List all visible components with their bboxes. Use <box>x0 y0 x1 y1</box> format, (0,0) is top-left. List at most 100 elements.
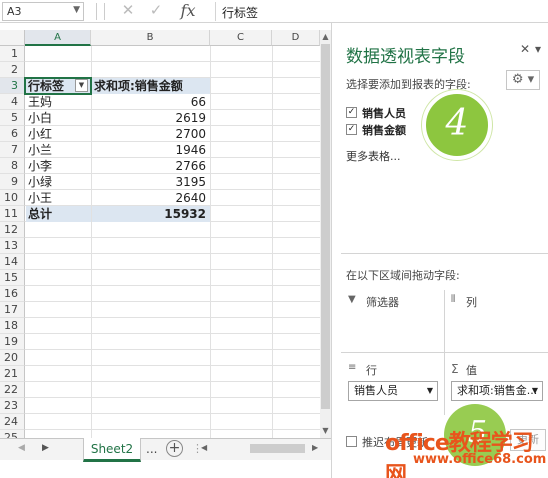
gear-icon[interactable]: ⚙ ▾ <box>506 70 540 90</box>
pivot-item-value[interactable]: 2766 <box>92 158 210 174</box>
row-header[interactable]: 2 <box>0 62 25 78</box>
pivot-item-name[interactable]: 小王 <box>26 190 91 206</box>
row-header[interactable]: 7 <box>0 142 25 158</box>
zone-columns-label: 列 <box>466 296 477 309</box>
row-header[interactable]: 10 <box>0 190 25 206</box>
name-box[interactable]: A3 ▼ <box>2 2 84 21</box>
field-label-amount[interactable]: 销售金额 <box>362 122 406 138</box>
pivot-total-label[interactable]: 总计 <box>26 206 91 222</box>
value-field-label: 求和项:销售金... <box>457 384 538 397</box>
gridline <box>25 317 320 318</box>
pivot-item-name[interactable]: 小李 <box>26 158 91 174</box>
pivot-item-name[interactable]: 小兰 <box>26 142 91 158</box>
pane-options-icon[interactable]: ▾ <box>535 42 541 56</box>
row-field-pill[interactable]: 销售人员 ▼ <box>348 381 438 401</box>
column-header-c[interactable]: C <box>210 30 272 46</box>
pivot-item-name[interactable]: 小红 <box>26 126 91 142</box>
sheet-tab-sheet2[interactable]: Sheet2 <box>83 438 141 462</box>
row-header[interactable]: 12 <box>0 222 25 238</box>
scroll-down-icon[interactable]: ▼ <box>320 425 331 437</box>
column-header-d[interactable]: D <box>272 30 320 46</box>
row-header[interactable]: 21 <box>0 366 25 382</box>
row-header[interactable]: 1 <box>0 46 25 62</box>
horizontal-scrollbar-thumb[interactable] <box>250 444 305 453</box>
gridline <box>25 349 320 350</box>
gridline <box>25 253 320 254</box>
prev-sheet-icon[interactable]: ◀ <box>18 443 25 453</box>
value-field-pill[interactable]: 求和项:销售金... ▼ <box>451 381 543 401</box>
gridline <box>25 61 320 62</box>
add-sheet-icon[interactable]: + <box>166 440 183 457</box>
pivot-item-name[interactable]: 王妈 <box>26 94 91 110</box>
row-header[interactable]: 4 <box>0 94 25 110</box>
scroll-left-icon[interactable]: ◀ <box>201 443 207 452</box>
name-box-value: A3 <box>7 5 22 18</box>
pivot-item-value[interactable]: 2640 <box>92 190 210 206</box>
zone-rows-label: 行 <box>366 364 377 377</box>
watermark-url: www.office68.com <box>413 452 547 467</box>
chevron-down-icon[interactable]: ▼ <box>532 382 538 400</box>
row-header[interactable]: 9 <box>0 174 25 190</box>
row-header[interactable]: 6 <box>0 126 25 142</box>
insert-function-icon[interactable]: fx <box>178 1 198 20</box>
formula-bar: A3 ▼ ✕ ✓ fx 行标签 <box>0 0 548 23</box>
gridline <box>25 429 320 430</box>
field-checkbox-salesperson[interactable]: ✓ <box>346 107 357 118</box>
gridline <box>25 333 320 334</box>
gridline <box>272 46 273 438</box>
gridline <box>25 237 320 238</box>
pivot-item-name[interactable]: 小绿 <box>26 174 91 190</box>
row-header[interactable]: 3 <box>0 78 25 94</box>
gridline <box>25 365 320 366</box>
select-all-corner[interactable] <box>0 30 25 46</box>
row-header[interactable]: 13 <box>0 238 25 254</box>
row-header[interactable]: 24 <box>0 414 25 430</box>
field-checkbox-amount[interactable]: ✓ <box>346 124 357 135</box>
row-header[interactable]: 11 <box>0 206 25 222</box>
chevron-down-icon[interactable]: ▼ <box>73 5 80 15</box>
column-header-a[interactable]: A <box>25 30 91 46</box>
rows-icon: ≡ <box>348 362 357 373</box>
row-header[interactable]: 8 <box>0 158 25 174</box>
zone-values-label: 值 <box>466 364 477 377</box>
column-header-b[interactable]: B <box>91 30 210 46</box>
step-badge-4: 4 <box>422 90 492 160</box>
formula-input[interactable]: 行标签 <box>215 2 548 21</box>
close-icon[interactable]: ✕ <box>520 42 530 56</box>
pivot-total-value[interactable]: 15932 <box>92 206 210 222</box>
scroll-up-icon[interactable]: ▲ <box>320 31 331 43</box>
row-header[interactable]: 25 <box>0 430 25 438</box>
more-tables-link[interactable]: 更多表格... <box>346 148 401 164</box>
pivot-item-name[interactable]: 小白 <box>26 110 91 126</box>
row-header[interactable]: 14 <box>0 254 25 270</box>
row-header[interactable]: 20 <box>0 350 25 366</box>
gridline <box>25 397 320 398</box>
enter-icon[interactable]: ✓ <box>146 1 166 19</box>
row-header[interactable]: 17 <box>0 302 25 318</box>
row-header[interactable]: 22 <box>0 382 25 398</box>
pivot-item-value[interactable]: 1946 <box>92 142 210 158</box>
scrollbar-thumb[interactable] <box>321 44 330 409</box>
cancel-icon[interactable]: ✕ <box>118 1 138 19</box>
more-sheets-button[interactable]: ... <box>146 442 157 456</box>
row-header[interactable]: 23 <box>0 398 25 414</box>
defer-update-checkbox[interactable] <box>346 436 357 447</box>
row-header[interactable]: 15 <box>0 270 25 286</box>
row-header[interactable]: 18 <box>0 318 25 334</box>
row-header[interactable]: 5 <box>0 110 25 126</box>
row-header[interactable]: 16 <box>0 286 25 302</box>
next-sheet-icon[interactable]: ▶ <box>42 443 49 453</box>
chevron-down-icon[interactable]: ▼ <box>427 382 433 400</box>
pivot-value-header[interactable]: 求和项:销售金额 <box>92 78 210 94</box>
field-label-salesperson[interactable]: 销售人员 <box>362 105 406 121</box>
scroll-right-icon[interactable]: ▶ <box>312 443 318 452</box>
row-field-label: 销售人员 <box>354 384 398 397</box>
filter-dropdown-icon[interactable]: ▼ <box>75 79 88 92</box>
pivot-item-value[interactable]: 3195 <box>92 174 210 190</box>
pivot-item-value[interactable]: 2619 <box>92 110 210 126</box>
gridline <box>25 381 320 382</box>
pivot-item-value[interactable]: 2700 <box>92 126 210 142</box>
gridline <box>25 285 320 286</box>
row-header[interactable]: 19 <box>0 334 25 350</box>
pivot-item-value[interactable]: 66 <box>92 94 210 110</box>
